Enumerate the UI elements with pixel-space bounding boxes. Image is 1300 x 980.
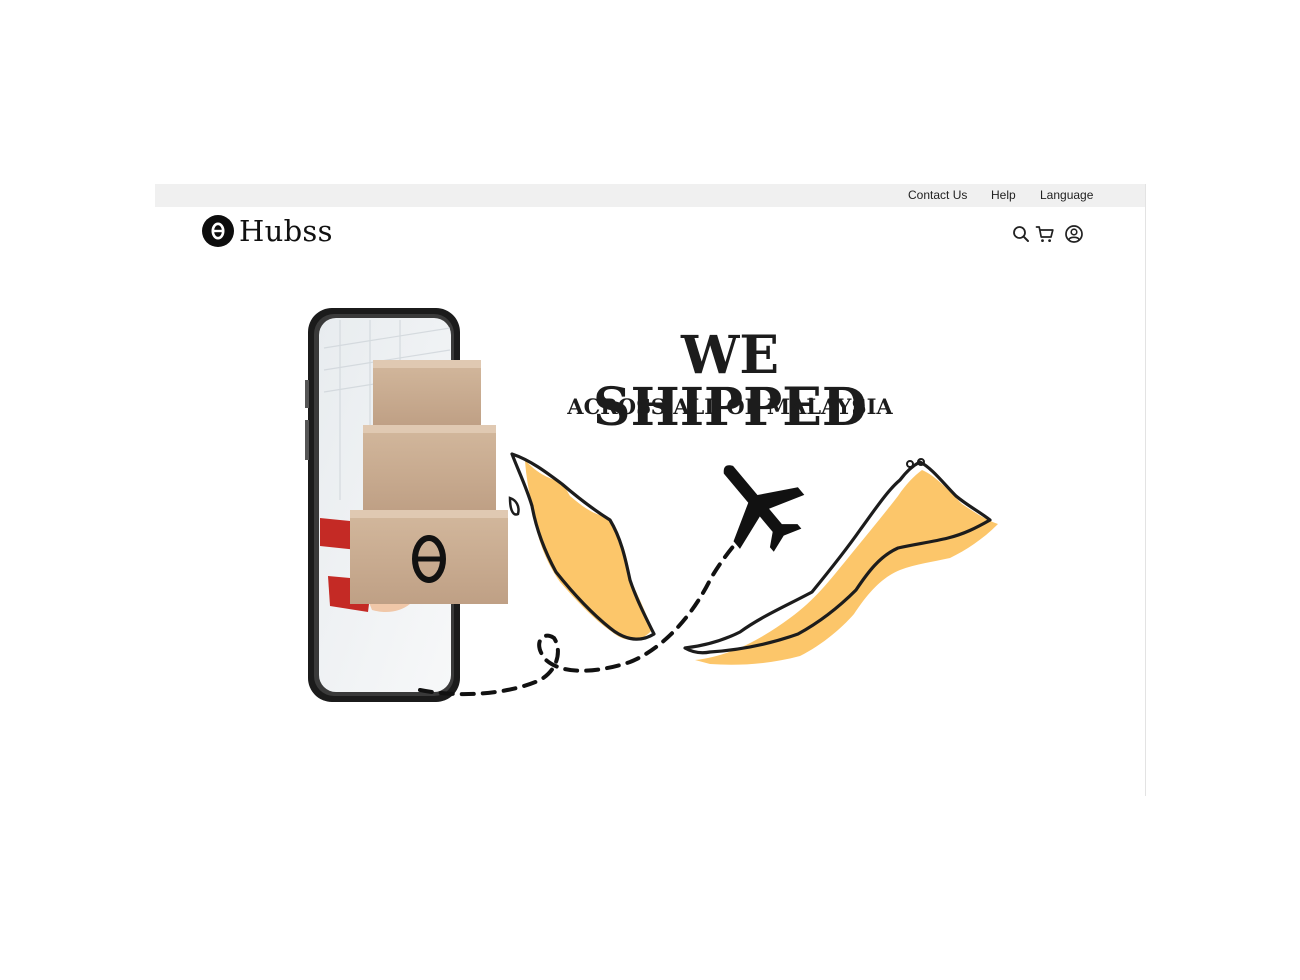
- language-link[interactable]: Language: [1040, 188, 1093, 202]
- help-link[interactable]: Help: [991, 188, 1016, 202]
- contact-us-link[interactable]: Contact Us: [908, 188, 967, 202]
- airplane-icon: [723, 465, 805, 552]
- logo-mark-icon: [202, 215, 234, 247]
- hero-subheadline: ACROSS ALL OF MALAYSIA: [567, 394, 893, 419]
- search-icon[interactable]: [1011, 224, 1031, 244]
- brand-name: Hubss: [239, 214, 333, 248]
- east-malaysia-map: [683, 458, 998, 665]
- cart-icon[interactable]: [1035, 224, 1055, 244]
- account-icon[interactable]: [1064, 224, 1084, 244]
- box-stack-illustration: [350, 360, 508, 604]
- brand-logo[interactable]: Hubss: [202, 214, 333, 248]
- utility-bar: Contact Us Help Language: [155, 184, 1145, 207]
- peninsular-malaysia-map: [508, 452, 656, 641]
- hero-text: WE SHIPPED ACROSS ALL OF MALAYSIA: [540, 330, 920, 434]
